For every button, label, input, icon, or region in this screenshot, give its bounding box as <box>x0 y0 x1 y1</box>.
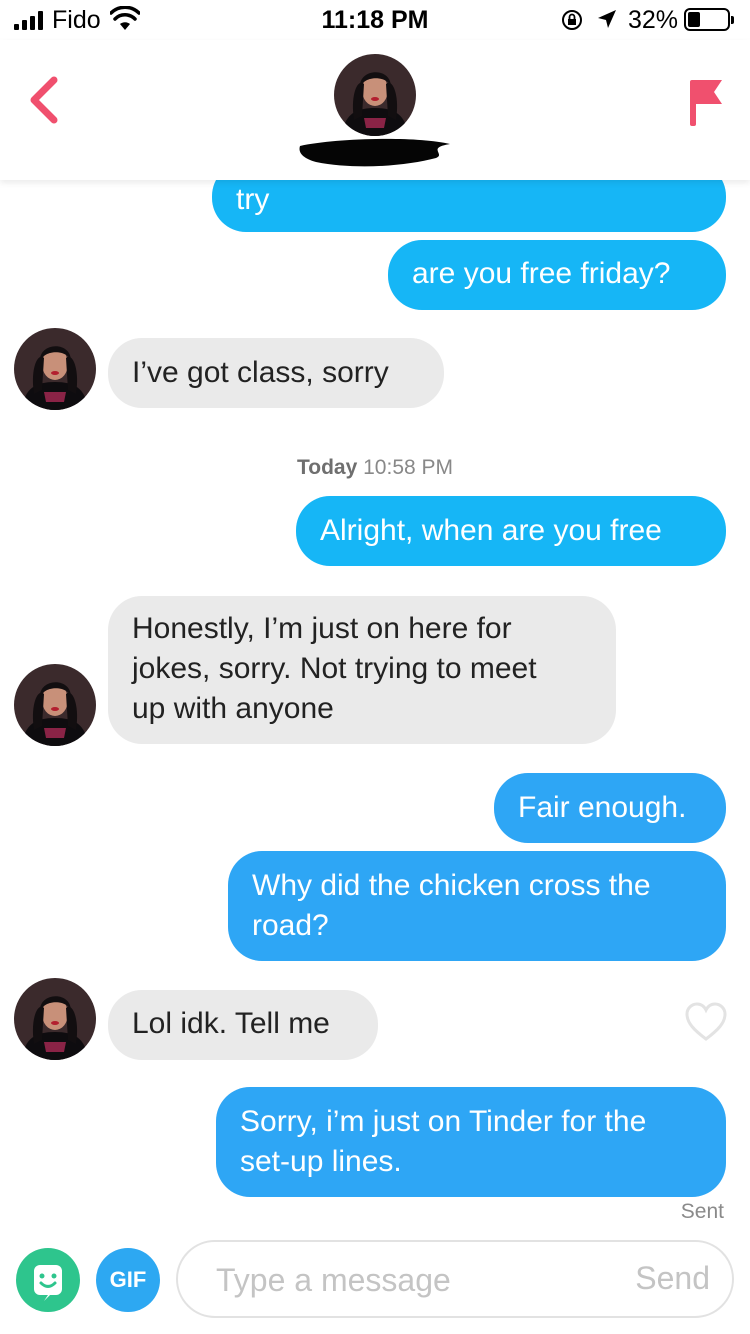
report-flag-icon[interactable] <box>686 74 726 130</box>
message-bubble-outgoing[interactable]: Fair enough. <box>494 773 726 843</box>
message-line: up with anyone <box>132 692 334 725</box>
conversation[interactable]: try are you free friday? I’ve got class,… <box>0 0 750 1334</box>
message-composer: Send <box>176 1240 734 1318</box>
message-line: jokes, sorry. Not trying to meet <box>132 652 537 685</box>
back-chevron-icon[interactable] <box>24 74 64 126</box>
redacted-name-scribble <box>299 138 450 167</box>
message-bubble-outgoing[interactable]: are you free friday? <box>388 240 726 310</box>
message-line: Why did the chicken cross the <box>252 869 651 902</box>
match-avatar[interactable] <box>14 664 96 746</box>
message-bubble-outgoing[interactable]: Alright, when are you free <box>296 496 726 566</box>
message-input[interactable] <box>216 1256 606 1304</box>
delivery-status: Sent <box>680 1200 724 1223</box>
like-message-heart-icon[interactable] <box>684 1002 728 1042</box>
message-bubble-outgoing[interactable]: Why did the chicken cross the road? <box>228 851 726 961</box>
message-bubble-incoming[interactable]: Lol idk. Tell me <box>108 990 378 1060</box>
message-line: Honestly, I’m just on here for <box>132 612 512 645</box>
conversation-timestamp: Today 10:58 PM <box>296 456 454 479</box>
match-avatar[interactable] <box>14 328 96 410</box>
match-profile-avatar[interactable] <box>334 54 416 136</box>
sticker-button[interactable] <box>16 1248 80 1312</box>
message-bubble-incoming[interactable]: I’ve got class, sorry <box>108 338 444 408</box>
message-line: set-up lines. <box>240 1145 402 1178</box>
match-avatar[interactable] <box>14 978 96 1060</box>
message-bubble-incoming[interactable]: Honestly, I’m just on here for jokes, so… <box>108 596 616 744</box>
message-bubble-outgoing[interactable]: Sorry, i’m just on Tinder for the set-up… <box>216 1087 726 1197</box>
message-line: Sorry, i’m just on Tinder for the <box>240 1105 647 1138</box>
message-line: road? <box>252 909 329 942</box>
sticker-face-icon <box>34 1265 62 1301</box>
send-button[interactable]: Send <box>635 1260 710 1297</box>
gif-button[interactable]: GIF <box>96 1248 160 1312</box>
chat-header <box>0 40 750 180</box>
